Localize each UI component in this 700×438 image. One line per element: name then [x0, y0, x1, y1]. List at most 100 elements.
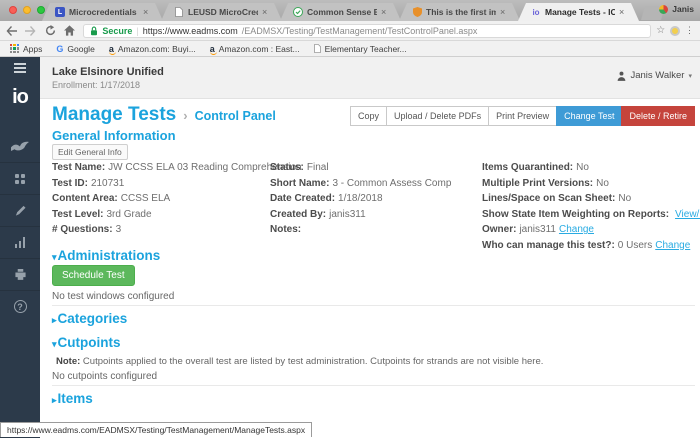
tab-close-icon[interactable] [143, 8, 151, 16]
tab-close-icon[interactable] [381, 8, 389, 16]
io-icon [531, 7, 541, 17]
amazon-icon [109, 45, 114, 53]
field-lines-space-scan-sheet: Lines/Space on Scan Sheet:No [482, 191, 697, 207]
zoom-window-button[interactable] [37, 6, 45, 14]
breadcrumb-separator [183, 108, 187, 123]
io-logo[interactable]: io [0, 79, 40, 115]
section-divider [52, 385, 695, 386]
browser-tab-active[interactable]: Manage Tests - IO Education [518, 3, 639, 21]
copy-button[interactable]: Copy [350, 106, 387, 126]
help-icon [14, 300, 27, 313]
sidebar-item-assessments[interactable] [0, 130, 40, 162]
hamburger-menu-icon[interactable] [0, 57, 40, 79]
check-circle-icon [293, 7, 303, 17]
sidebar-item-edit[interactable] [0, 194, 40, 226]
caret-right-icon [52, 395, 57, 405]
page-title[interactable]: Manage Tests [52, 104, 176, 126]
bookmark-google[interactable]: Google [56, 44, 94, 54]
user-menu[interactable]: Janis Walker [617, 70, 692, 81]
bookmark-amazon-1[interactable]: Amazon.com: Buyi... [109, 44, 196, 54]
edit-general-info-button[interactable]: Edit General Info [52, 144, 128, 160]
url-separator: | [136, 26, 138, 36]
field-notes: Notes: [270, 222, 475, 238]
user-name: Janis Walker [630, 70, 684, 81]
caret-down-icon [52, 252, 57, 262]
minimize-window-button[interactable] [23, 6, 31, 14]
field-who-can-manage: Who can manage this test?:0 UsersChange [482, 238, 697, 254]
cutpoints-note: Note: Cutpoints applied to the overall t… [56, 356, 543, 367]
shield-icon [412, 7, 422, 17]
sidebar-item-help[interactable] [0, 290, 40, 322]
section-items[interactable]: Items [52, 391, 93, 406]
view-edit-link[interactable]: View/Edit [675, 209, 700, 220]
document-icon [174, 7, 184, 17]
print-preview-button[interactable]: Print Preview [488, 106, 557, 126]
sidebar-item-print[interactable] [0, 258, 40, 290]
browser-toolbar: Secure | https://www.eadms.com/EADMSX/Te… [0, 21, 700, 41]
profile-avatar-icon [659, 5, 668, 14]
tab-close-icon[interactable] [619, 8, 627, 16]
secure-label[interactable]: Secure [102, 26, 132, 36]
field-created-by: Created By:janis311 [270, 207, 475, 223]
bookmark-star-icon[interactable] [656, 25, 665, 36]
sidebar-item-reports[interactable] [0, 226, 40, 258]
section-categories[interactable]: Categories [52, 311, 127, 326]
browser-tab[interactable]: Common Sense Educators | [280, 3, 401, 21]
breadcrumb-current: Control Panel [195, 109, 276, 123]
tab-close-icon[interactable] [262, 8, 270, 16]
l-badge-icon [55, 7, 65, 17]
bird-icon [11, 140, 29, 153]
bookmark-elementary-teacher[interactable]: Elementary Teacher... [314, 44, 407, 54]
change-owner-link[interactable]: Change [559, 224, 594, 235]
bookmark-apps[interactable]: Apps [10, 44, 42, 54]
browser-profile[interactable]: Janis [659, 4, 694, 14]
field-items-quarantined: Items Quarantined:No [482, 160, 697, 176]
forward-icon[interactable] [23, 23, 38, 39]
url-path: /EADMSX/Testing/TestManagement/TestContr… [242, 26, 478, 36]
browser-tab[interactable]: LEUSD MicroCredentials [161, 3, 282, 21]
browser-menu-icon[interactable] [685, 25, 694, 36]
breadcrumb: Manage Tests Control Panel [52, 104, 276, 126]
bookmark-amazon-2[interactable]: Amazon.com : East... [210, 44, 300, 54]
app-sidebar: io [0, 57, 40, 438]
field-state-item-weighting: Show State Item Weighting on Reports:Vie… [482, 207, 697, 223]
district-name: Lake Elsinore Unified [52, 66, 164, 78]
schedule-test-button[interactable]: Schedule Test [52, 265, 135, 286]
browser-tab-strip: Microcredentials - District D LEUSD Micr… [0, 0, 700, 21]
google-icon [56, 44, 63, 54]
status-url-tooltip: https://www.eadms.com/EADMSX/Testing/Tes… [0, 422, 312, 437]
main-content: Manage Tests Control Panel Copy Upload /… [40, 99, 700, 438]
extension-icon[interactable] [670, 26, 680, 36]
caret-down-icon [52, 339, 57, 349]
field-owner: Owner:janis311Change [482, 222, 697, 238]
sidebar-item-modules[interactable] [0, 162, 40, 194]
section-cutpoints[interactable]: Cutpoints [52, 335, 121, 350]
address-bar[interactable]: Secure | https://www.eadms.com/EADMSX/Te… [83, 24, 651, 38]
document-icon [314, 44, 321, 53]
browser-tab[interactable]: Microcredentials - District D [42, 3, 163, 21]
reload-icon[interactable] [43, 23, 58, 39]
close-window-button[interactable] [9, 6, 17, 14]
field-test-id: Test ID:210731 [52, 176, 267, 192]
field-date-created: Date Created:1/18/2018 [270, 191, 475, 207]
app-header: Lake Elsinore Unified Enrollment: 1/17/2… [40, 57, 700, 99]
upload-delete-pdfs-button[interactable]: Upload / Delete PDFs [386, 106, 489, 126]
change-managers-link[interactable]: Change [655, 240, 690, 251]
printer-icon [14, 269, 27, 281]
chevron-down-icon [688, 72, 692, 80]
tab-title: Manage Tests - IO Education [545, 7, 615, 17]
bookmarks-bar: Apps Google Amazon.com: Buyi... Amazon.c… [0, 41, 700, 57]
delete-retire-button[interactable]: Delete / Retire [621, 106, 695, 126]
section-administrations[interactable]: Administrations [52, 248, 160, 263]
apps-grid-icon [10, 44, 19, 53]
field-content-area: Content Area:CCSS ELA [52, 191, 267, 207]
test-action-toolbar: Copy Upload / Delete PDFs Print Preview … [351, 106, 695, 126]
tab-close-icon[interactable] [500, 8, 508, 16]
change-test-button[interactable]: Change Test [556, 106, 622, 126]
browser-tab[interactable]: This is the first image contai [399, 3, 520, 21]
field-status: Status:Final [270, 160, 475, 176]
field-test-name: Test Name:JW CCSS ELA 03 Reading Compreh… [52, 160, 267, 176]
general-information-heading: General Information [52, 128, 176, 143]
back-icon[interactable] [4, 23, 19, 39]
home-icon[interactable] [62, 23, 77, 39]
